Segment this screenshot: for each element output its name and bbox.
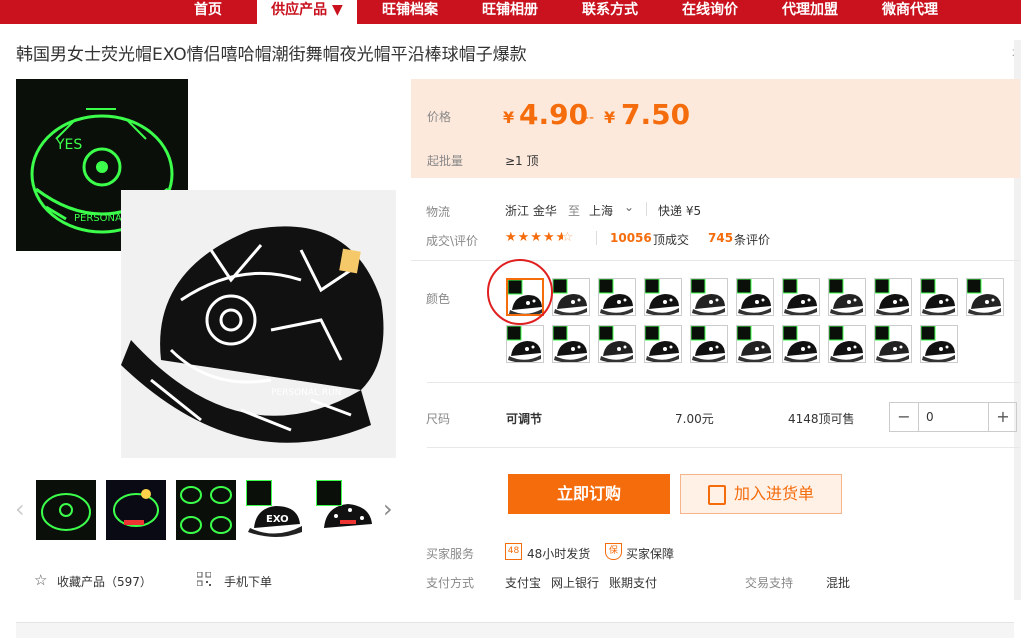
divider (427, 447, 1020, 448)
svg-text:YES: YES (55, 137, 82, 153)
svg-text:PERSONAL RUN: PERSONAL RUN (271, 388, 342, 398)
logistics-to: 至 (568, 204, 581, 218)
logistics-destination[interactable]: 上海 (589, 202, 613, 219)
size-value: 可调节 (506, 412, 543, 426)
deals-label: 成交\评价 (426, 234, 479, 248)
payment-alipay: 支付宝 (505, 576, 542, 590)
mobile-order-link[interactable]: 手机下单 (224, 573, 272, 590)
add-to-cart-button[interactable]: 加入进货单 (680, 474, 842, 514)
footer-bar (16, 622, 1014, 638)
quantity-plus-button[interactable]: + (988, 403, 1017, 431)
deal-count[interactable]: 10056 (610, 231, 652, 245)
service-label: 买家服务 (426, 547, 475, 561)
divider (596, 231, 597, 245)
divider (411, 260, 1020, 261)
nav-agency[interactable]: 代理加盟 (770, 0, 850, 24)
color-swatch[interactable] (828, 325, 866, 363)
nav-shop-profile[interactable]: 旺铺档案 (370, 0, 450, 24)
nav-products[interactable]: 供应产品 ▼ (257, 0, 357, 24)
moq-label: 起批量 (427, 154, 464, 168)
price-high-symbol: ¥ (604, 108, 616, 127)
nav-wechat-agent[interactable]: 微商代理 (870, 0, 950, 24)
color-swatch[interactable] (598, 278, 636, 316)
color-swatch[interactable] (874, 278, 912, 316)
top-nav: 首页 供应产品 ▼ 旺铺档案 旺铺相册 联系方式 在线询价 代理加盟 微商代理 (0, 0, 1021, 24)
moq-value: ≥1 顶 (505, 154, 539, 168)
nav-contact[interactable]: 联系方式 (570, 0, 650, 24)
payment-label: 支付方式 (426, 576, 475, 590)
nav-home[interactable]: 首页 (180, 0, 236, 24)
thumbnail-3[interactable] (176, 480, 236, 540)
color-swatch[interactable] (736, 278, 774, 316)
color-swatch[interactable] (552, 325, 590, 363)
trade-support-value: 混批 (826, 576, 851, 590)
color-swatch[interactable] (782, 278, 820, 316)
star-icon[interactable]: ☆ (34, 571, 47, 589)
highlight-circle (487, 259, 553, 325)
size-price: 7.00元 (675, 412, 714, 426)
service-48h[interactable]: 48小时发货 (527, 545, 590, 562)
price-panel (411, 79, 1020, 178)
service-protection[interactable]: 买家保障 (626, 545, 674, 562)
size-stock: 4148顶可售 (788, 412, 855, 426)
product-title: 韩国男女士荧光帽EXO情侣嘻哈帽潮街舞帽夜光帽平沿棒球帽子爆款 (16, 45, 527, 65)
color-swatch[interactable] (598, 325, 636, 363)
thumbnail-4-label: EXO (266, 514, 289, 525)
express-fee: 快递 ¥5 (658, 204, 702, 218)
price-high: 7.50 (621, 98, 691, 131)
product-image-main[interactable]: PERSONAL RUN (121, 190, 396, 458)
divider (646, 202, 647, 216)
48h-shipping-icon: 48 (505, 543, 522, 560)
chevron-down-icon[interactable]: ⌄ (624, 200, 634, 214)
favorite-product-link[interactable]: 收藏产品（597） (57, 573, 152, 590)
color-swatch[interactable] (552, 278, 590, 316)
quantity-stepper: − 0 + (889, 402, 1017, 432)
thumbs-prev-icon[interactable]: ‹ (15, 495, 25, 523)
rating-stars: ★★★★★☆ (505, 230, 575, 245)
qr-code-icon (196, 571, 212, 587)
color-swatch[interactable] (736, 325, 774, 363)
thumbs-next-icon[interactable]: › (383, 495, 393, 523)
size-label: 尺码 (426, 412, 451, 426)
color-swatch[interactable] (690, 325, 728, 363)
review-count-unit: 条评价 (734, 233, 771, 247)
add-to-cart-label: 加入进货单 (733, 484, 814, 503)
thumbnail-2[interactable] (106, 480, 166, 540)
price-separator: -- (584, 110, 595, 126)
color-swatch[interactable] (920, 278, 958, 316)
logistics-label: 物流 (426, 205, 451, 219)
buyer-protection-icon: 保 (605, 543, 622, 560)
payment-credit: 账期支付 (609, 576, 658, 590)
color-swatch[interactable] (644, 325, 682, 363)
color-swatch[interactable] (828, 278, 866, 316)
payment-online-banking: 网上银行 (551, 576, 600, 590)
color-swatch[interactable] (506, 325, 544, 363)
color-swatch[interactable] (782, 325, 820, 363)
review-count[interactable]: 745 (708, 231, 733, 245)
nav-inquiry[interactable]: 在线询价 (670, 0, 750, 24)
logistics-origin: 浙江 金华 (505, 204, 557, 218)
quantity-minus-button[interactable]: − (890, 403, 919, 431)
buy-now-button[interactable]: 立即订购 (508, 474, 670, 514)
color-swatch[interactable] (966, 278, 1004, 316)
thumbnail-4[interactable]: EXO (246, 480, 306, 540)
price-low-symbol: ¥ (503, 108, 515, 127)
trade-support-label: 交易支持 (745, 576, 794, 590)
color-swatch[interactable] (874, 325, 912, 363)
color-swatch[interactable] (644, 278, 682, 316)
thumbnail-5[interactable] (316, 480, 376, 540)
price-low: 4.90 (519, 98, 589, 131)
quantity-input[interactable]: 0 (926, 410, 934, 424)
clipboard-icon (707, 484, 726, 505)
nav-shop-album[interactable]: 旺铺相册 (470, 0, 550, 24)
color-swatch[interactable] (920, 325, 958, 363)
deal-count-unit: 顶成交 (653, 233, 690, 247)
price-label: 价格 (427, 110, 452, 124)
color-label: 颜色 (426, 292, 451, 306)
color-swatch[interactable] (690, 278, 728, 316)
divider (427, 382, 1020, 383)
thumbnail-1[interactable] (36, 480, 96, 540)
